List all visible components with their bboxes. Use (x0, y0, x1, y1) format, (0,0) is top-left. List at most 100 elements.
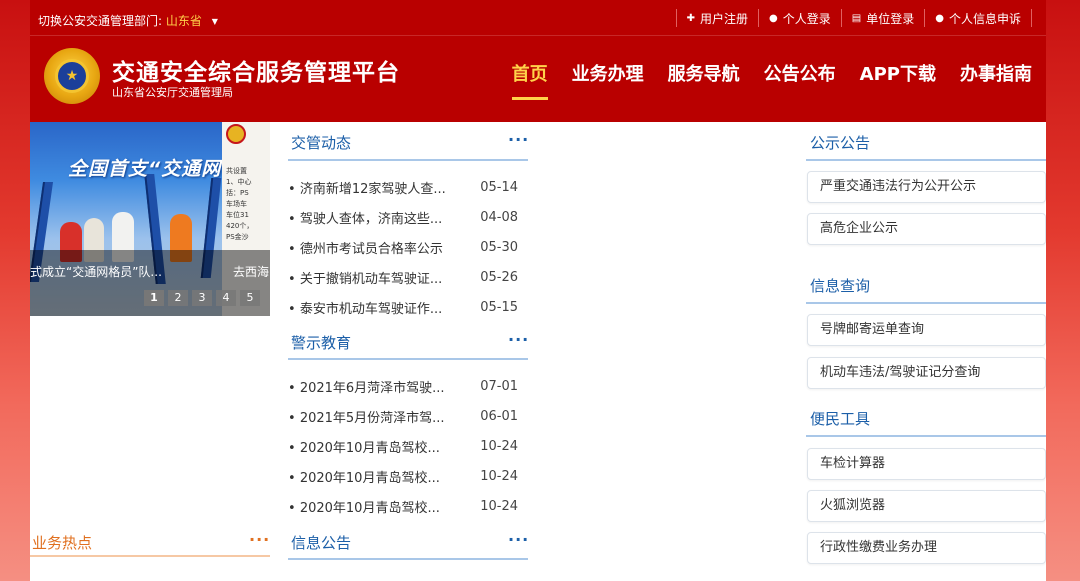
news-title-text: 驾驶人查体，济南这些... (299, 211, 443, 227)
news-title-text: 2020年10月青岛驾校... (299, 470, 440, 486)
news-title-text: 关于撤销机动车驾驶证... (299, 271, 443, 287)
news-title: • 泰安市机动车驾驶证作... (288, 301, 443, 317)
list-item[interactable]: • 2021年6月菏泽市驾驶... 07-01 (288, 371, 518, 401)
personal-login-label: 个人登录 (782, 11, 831, 26)
list-item[interactable]: • 2020年10月青岛驾校... 10-24 (288, 461, 518, 491)
appeal-link[interactable]: ● 个人信息申诉 (924, 9, 1032, 27)
nav-announcements[interactable]: 公告公布 (764, 60, 836, 86)
section-divider (806, 302, 1046, 304)
traffic-news-more[interactable]: ··· (508, 130, 529, 149)
news-title-text: 济南新增12家驾驶人查... (299, 181, 446, 197)
news-carousel[interactable]: 全国首支“交通网 共设置 1、中心 括：PS 车场车 车位31 420个， PS… (30, 122, 270, 316)
administrative-fee-button[interactable]: 行政性缴费业务办理 (807, 532, 1046, 564)
news-date: 04-08 (480, 209, 518, 225)
serious-violation-notice-button[interactable]: 严重交通违法行为公开公示 (807, 171, 1046, 203)
news-title: • 2020年10月青岛驾校... (288, 470, 440, 486)
list-item[interactable]: • 关于撤销机动车驾驶证... 05-26 (288, 262, 518, 292)
news-date: 05-26 (480, 269, 518, 285)
list-item[interactable]: • 2021年5月份菏泽市驾... 06-01 (288, 401, 518, 431)
info-notice-more[interactable]: ··· (508, 530, 529, 549)
carousel-dot[interactable]: 5 (240, 290, 260, 306)
list-item[interactable]: • 驾驶人查体，济南这些... 04-08 (288, 202, 518, 232)
news-date: 07-01 (480, 378, 518, 394)
register-link[interactable]: ✚ 用户注册 (675, 9, 758, 27)
building-icon: ▤ (851, 12, 862, 24)
news-date: 05-14 (480, 179, 518, 195)
section-divider (806, 435, 1046, 437)
plus-icon: ✚ (686, 12, 696, 24)
unit-login-label: 单位登录 (866, 11, 915, 26)
section-divider (288, 159, 528, 161)
personal-login-link[interactable]: ● 个人登录 (758, 9, 841, 27)
tools-title[interactable]: 便民工具 (810, 408, 870, 429)
news-title-text: 泰安市机动车驾驶证作... (299, 301, 443, 317)
department-switcher[interactable]: 切换公安交通管理部门: 山东省 ▼ (38, 12, 218, 29)
department-value: 山东省 (165, 14, 202, 28)
news-title-text: 2020年10月青岛驾校... (299, 440, 440, 456)
user-icon: ● (769, 12, 778, 24)
nav-business[interactable]: 业务办理 (572, 60, 644, 86)
main-content: 全国首支“交通网 共设置 1、中心 括：PS 车场车 车位31 420个， PS… (30, 122, 1046, 581)
violation-points-query-button[interactable]: 机动车违法/驾驶证记分查询 (807, 357, 1046, 389)
news-date: 06-01 (480, 408, 518, 424)
unit-login-link[interactable]: ▤ 单位登录 (840, 9, 924, 27)
star-icon: ★ (65, 68, 79, 84)
list-item[interactable]: • 2020年10月青岛驾校... 10-24 (288, 491, 518, 521)
site-subtitle: 山东省公安厅交通管理局 (112, 86, 233, 99)
list-item[interactable]: • 2020年10月青岛驾校... 10-24 (288, 431, 518, 461)
department-label: 切换公安交通管理部门: (38, 14, 163, 28)
news-date: 10-24 (480, 438, 518, 454)
page-frame: 切换公安交通管理部门: 山东省 ▼ ✚ 用户注册 ● 个人登录 ▤ 单位登录 ● 个人信… (30, 0, 1046, 581)
news-title-text: 2020年10月青岛驾校... (299, 500, 440, 516)
hot-topics-title[interactable]: 业务热点 (32, 532, 92, 553)
doc-text: 共设置 1、中心 括：PS 车场车 车位31 420个， PS金沙 (226, 167, 254, 241)
news-title: • 2021年6月菏泽市驾驶... (288, 380, 445, 396)
news-title-text: 2021年6月菏泽市驾驶... (299, 380, 445, 396)
warning-edu-title[interactable]: 警示教育 (291, 332, 351, 353)
carousel-dot[interactable]: 1 (144, 290, 164, 306)
nav-home[interactable]: 首页 (511, 60, 548, 100)
appeal-label: 个人信息申诉 (948, 11, 1021, 26)
section-divider (288, 558, 528, 560)
info-query-title[interactable]: 信息查询 (810, 275, 870, 296)
top-bar: 切换公安交通管理部门: 山东省 ▼ ✚ 用户注册 ● 个人登录 ▤ 单位登录 ● 个人信… (30, 0, 1046, 36)
police-emblem-logo[interactable]: ★ (44, 48, 100, 104)
warning-edu-list: • 2021年6月菏泽市驾驶... 07-01 • 2021年5月份菏泽市驾...… (288, 371, 518, 521)
section-divider (288, 358, 528, 360)
carousel-dot[interactable]: 2 (168, 290, 188, 306)
account-links: ✚ 用户注册 ● 个人登录 ▤ 单位登录 ● 个人信息申诉 (675, 9, 1032, 27)
carousel-pager: 1 2 3 4 5 (144, 290, 264, 306)
user-icon: ● (935, 12, 944, 24)
firefox-browser-button[interactable]: 火狐浏览器 (807, 490, 1046, 522)
list-item[interactable]: • 泰安市机动车驾驶证作... 05-15 (288, 292, 518, 322)
carousel-caption-next[interactable]: 去西海 (233, 263, 269, 280)
list-item[interactable]: • 德州市考试员合格率公示 05-30 (288, 232, 518, 262)
warning-edu-more[interactable]: ··· (508, 330, 529, 349)
nav-guide[interactable]: 办事指南 (960, 60, 1032, 86)
news-title: • 济南新增12家驾驶人查... (288, 181, 446, 197)
news-title: • 关于撤销机动车驾驶证... (288, 271, 443, 287)
register-label: 用户注册 (700, 11, 749, 26)
traffic-news-title[interactable]: 交管动态 (291, 132, 351, 153)
news-date: 10-24 (480, 498, 518, 514)
news-title: • 驾驶人查体，济南这些... (288, 211, 443, 227)
hot-topics-more[interactable]: ··· (249, 530, 270, 549)
section-divider (806, 159, 1046, 161)
carousel-caption[interactable]: 式成立“交通网格员”队... (30, 263, 162, 280)
high-risk-enterprise-button[interactable]: 高危企业公示 (807, 213, 1046, 245)
news-title: • 2021年5月份菏泽市驾... (288, 410, 445, 426)
carousel-dot[interactable]: 4 (216, 290, 236, 306)
nav-app-download[interactable]: APP下载 (860, 60, 936, 86)
plate-mail-query-button[interactable]: 号牌邮寄运单查询 (807, 314, 1046, 346)
info-notice-title[interactable]: 信息公告 (291, 532, 351, 553)
nav-service-guide[interactable]: 服务导航 (668, 60, 740, 86)
news-title-text: 德州市考试员合格率公示 (299, 241, 443, 257)
main-nav: 首页 业务办理 服务导航 公告公布 APP下载 办事指南 (488, 60, 1032, 100)
public-notice-title[interactable]: 公示公告 (810, 132, 870, 153)
site-header: 切换公安交通管理部门: 山东省 ▼ ✚ 用户注册 ● 个人登录 ▤ 单位登录 ● 个人信… (30, 0, 1046, 122)
news-title: • 德州市考试员合格率公示 (288, 241, 443, 257)
inspection-calculator-button[interactable]: 车检计算器 (807, 448, 1046, 480)
news-title: • 2020年10月青岛驾校... (288, 440, 440, 456)
carousel-dot[interactable]: 3 (192, 290, 212, 306)
list-item[interactable]: • 济南新增12家驾驶人查... 05-14 (288, 172, 518, 202)
